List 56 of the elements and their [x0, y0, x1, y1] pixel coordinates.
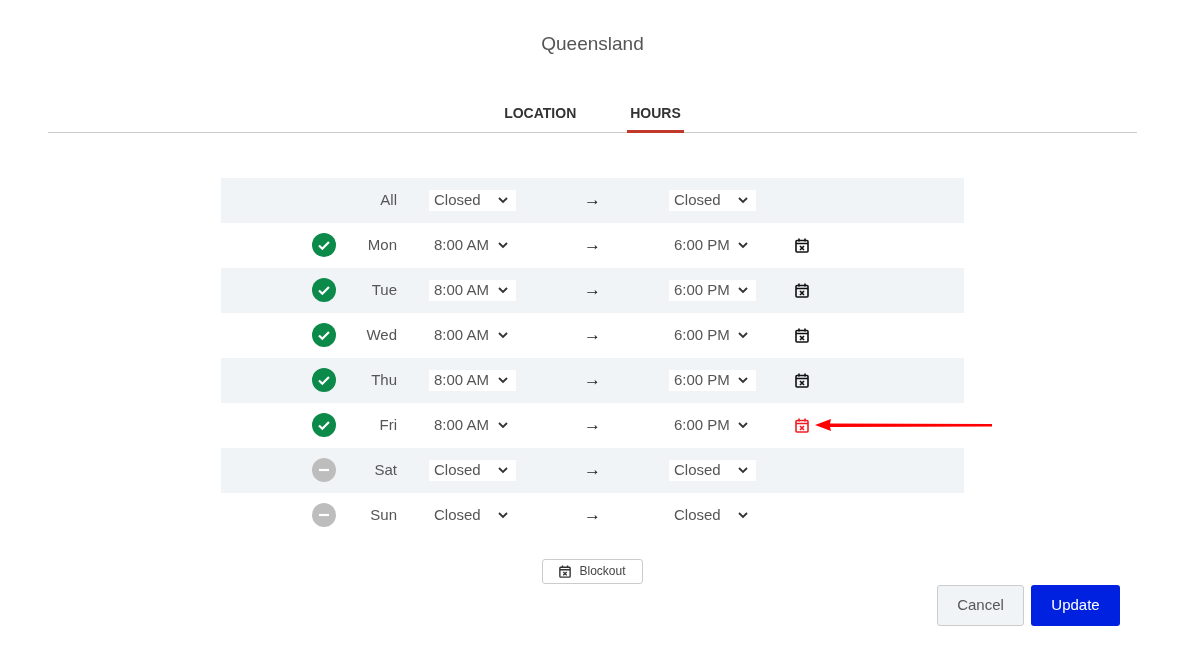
time-select[interactable]: 6:00 PM — [669, 279, 756, 301]
day-label: Sun — [369, 504, 397, 525]
chevron-icon — [498, 421, 508, 429]
chevron-icon — [498, 331, 508, 339]
time-select[interactable]: Closed — [429, 189, 516, 211]
chevron-icon — [738, 196, 748, 204]
day-label: Thu — [370, 369, 397, 390]
day-label: Wed — [365, 324, 397, 345]
tab[interactable]: HOURS — [627, 102, 684, 133]
check-icon[interactable] — [312, 323, 336, 347]
arrow-glyph: → — [584, 279, 601, 302]
arrow-glyph: → — [584, 189, 601, 212]
blockout-button[interactable]: Blockout — [542, 558, 643, 584]
chevron-icon — [498, 376, 508, 384]
day-label: Fri — [378, 414, 397, 435]
check-icon[interactable] — [312, 413, 336, 437]
check-icon[interactable] — [312, 233, 336, 257]
chevron-icon — [738, 286, 748, 294]
time-select[interactable]: 8:00 AM — [429, 279, 516, 301]
chevron-icon — [498, 196, 508, 204]
time-select[interactable]: 6:00 PM — [669, 369, 756, 391]
time-select[interactable]: Closed — [429, 459, 516, 481]
cancel-button[interactable]: Cancel — [937, 585, 1024, 626]
blockout-icon[interactable] — [795, 372, 809, 388]
calendar-icon[interactable] — [559, 564, 572, 578]
chevron-icon — [738, 466, 748, 474]
time-select[interactable]: Closed — [669, 459, 756, 481]
chevron-icon — [738, 331, 748, 339]
arrow-glyph: → — [584, 234, 601, 257]
arrow-glyph: → — [584, 459, 601, 482]
check-icon[interactable] — [312, 368, 336, 392]
chevron-icon — [498, 511, 508, 519]
blockout-icon[interactable] — [795, 327, 809, 343]
chevron-icon — [738, 421, 748, 429]
arrow-glyph: → — [584, 324, 601, 347]
chevron-icon — [498, 286, 508, 294]
day-label: Sat — [373, 459, 397, 480]
chevron-icon — [738, 241, 748, 249]
arrow-glyph: → — [584, 504, 601, 527]
tab[interactable]: LOCATION — [501, 102, 580, 133]
time-select[interactable]: 8:00 AM — [429, 369, 516, 391]
day-label: Tue — [370, 279, 397, 300]
chevron-icon — [738, 376, 748, 384]
day-label: Mon — [366, 234, 397, 255]
update-button[interactable]: Update — [1031, 585, 1120, 626]
arrow-glyph: → — [584, 369, 601, 392]
chevron-icon — [498, 241, 508, 249]
arrow-glyph: → — [584, 414, 601, 437]
chevron-icon — [738, 511, 748, 519]
page-title: Queensland — [541, 32, 644, 56]
blockout-icon[interactable] — [795, 237, 809, 253]
time-select[interactable]: Closed — [669, 189, 756, 211]
blockout-icon[interactable] — [795, 282, 809, 298]
chevron-icon — [498, 466, 508, 474]
check-icon[interactable] — [312, 278, 336, 302]
day-label: All — [379, 189, 397, 210]
